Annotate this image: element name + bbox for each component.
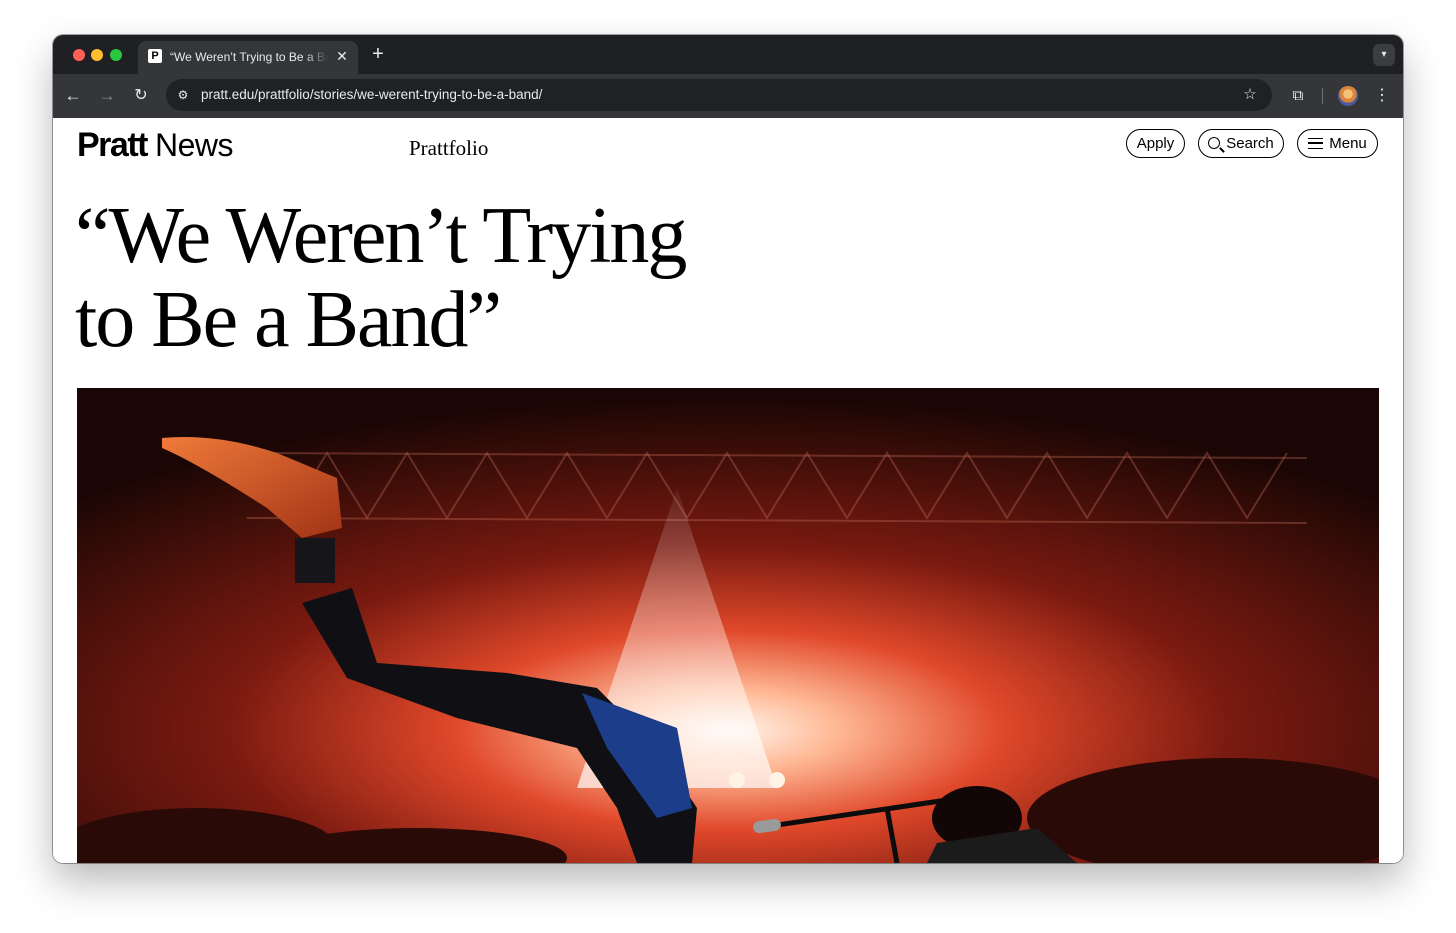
url-text[interactable]: pratt.edu/prattfolio/stories/we-werent-t… — [201, 87, 542, 103]
profile-avatar[interactable] — [1338, 86, 1358, 106]
browser-window: P “We Weren’t Trying to Be a Band” ✕ + ▾… — [53, 35, 1403, 863]
web-page: Pratt News Prattfolio Apply Search Menu “… — [53, 118, 1403, 863]
tab-strip: P “We Weren’t Trying to Be a Band” ✕ + ▾ — [53, 35, 1403, 74]
headline-line-2: to Be a Band” — [75, 276, 502, 364]
chevron-down-icon[interactable]: ▾ — [1373, 44, 1395, 66]
reload-icon[interactable]: ↻ — [129, 84, 153, 108]
logo-section-name: News — [154, 127, 234, 163]
close-window-button[interactable] — [73, 49, 85, 61]
hamburger-icon — [1308, 138, 1324, 149]
menu-button[interactable]: Menu — [1297, 129, 1378, 158]
menu-label: Menu — [1329, 135, 1367, 152]
section-link-prattfolio[interactable]: Prattfolio — [409, 136, 488, 161]
hero-image — [77, 388, 1379, 863]
headline-line-1: “We Weren’t Trying — [75, 192, 687, 280]
concert-photo — [77, 388, 1379, 863]
address-bar[interactable]: ⚙ pratt.edu/prattfolio/stories/we-werent… — [166, 79, 1272, 111]
minimize-window-button[interactable] — [91, 49, 103, 61]
extensions-icon[interactable]: ⧉ — [1287, 85, 1309, 107]
stage-light — [729, 772, 745, 788]
apply-button[interactable]: Apply — [1126, 129, 1185, 158]
maximize-window-button[interactable] — [110, 49, 122, 61]
search-button[interactable]: Search — [1198, 129, 1284, 158]
search-label: Search — [1226, 135, 1274, 152]
site-logo[interactable]: Pratt News — [77, 126, 234, 164]
close-icon[interactable]: ✕ — [334, 48, 350, 64]
logo-wordmark: Pratt — [77, 126, 148, 164]
plus-icon[interactable]: + — [367, 44, 389, 66]
kebab-menu-icon[interactable]: ⋮ — [1372, 85, 1392, 107]
article-headline: “We Weren’t Trying to Be a Band” — [75, 194, 775, 362]
favicon-icon: P — [148, 49, 162, 63]
forward-arrow-icon[interactable]: → — [95, 84, 119, 108]
apply-label: Apply — [1136, 135, 1175, 152]
search-icon — [1208, 137, 1221, 149]
star-icon[interactable]: ☆ — [1240, 85, 1260, 105]
stage-light — [769, 772, 785, 788]
browser-tab[interactable]: P “We Weren’t Trying to Be a Band” ✕ — [138, 41, 358, 74]
browser-toolbar: ← → ↻ ⚙ pratt.edu/prattfolio/stories/we-… — [53, 74, 1403, 118]
tab-title: “We Weren’t Trying to Be a Band” — [170, 50, 328, 64]
toolbar-divider — [1322, 88, 1323, 104]
site-info-icon[interactable]: ⚙ — [174, 86, 192, 104]
back-arrow-icon[interactable]: ← — [61, 84, 85, 108]
